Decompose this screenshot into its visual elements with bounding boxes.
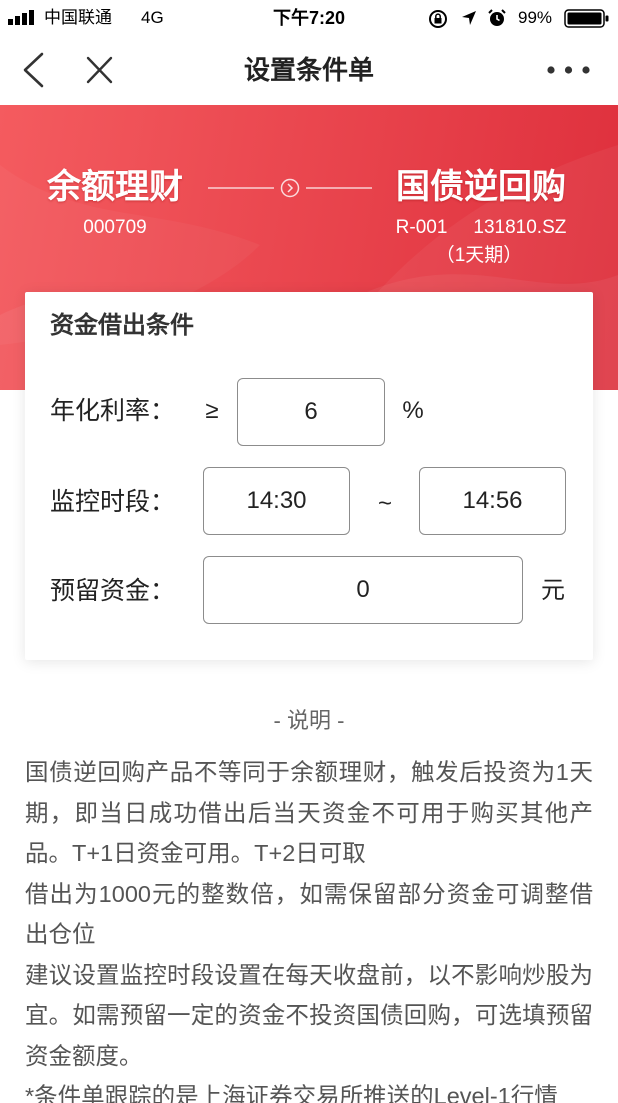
period-start-input[interactable] [203,467,350,535]
period-separator: ~ [377,490,392,517]
reserve-unit: 元 [541,577,565,604]
rate-label: 年化利率： [50,397,176,425]
note-paragraph: *条件单跟踪的是上海证券交易所推送的Level-1行情 [25,1083,558,1103]
battery-icon [564,9,609,28]
status-bar: 中国联通 4G 下午7:20 99% [0,0,618,40]
notes-heading: - 说明 - [273,708,345,733]
rotation-lock-icon [429,10,447,28]
note-paragraph: 借出为1000元的整数倍，如需保留部分资金可调整借出仓位 [25,880,593,948]
target-product-codes: R-001 131810.SZ [381,216,581,240]
rate-input[interactable] [237,378,385,446]
reserve-label: 预留资金： [50,577,176,605]
source-product-name: 余额理财 [47,168,183,206]
more-dots-icon[interactable] [540,58,596,82]
target-product-name: 国债逆回购 [396,168,566,206]
source-product-code: 000709 [83,217,147,238]
condition-card: 资金借出条件 年化利率： ≥ % 监控时段： ~ 预留资金： 元 [25,292,593,660]
rate-operator: ≥ [205,397,219,424]
period-end-input[interactable] [419,467,566,535]
note-paragraph: 国债逆回购产品不等同于余额理财，触发后投资为1天期，即当日成功借出后当天资金不可… [25,759,593,866]
status-time: 下午7:20 [272,8,346,28]
close-icon[interactable] [80,50,118,90]
rate-unit: % [402,397,424,424]
target-product-code: R-001 [395,217,448,238]
chevron-left-icon[interactable] [14,48,54,92]
carrier-name: 中国联通 [44,8,112,27]
arrow-right-circle-icon [208,178,372,198]
location-icon [462,11,476,25]
note-paragraph: 建议设置监控时段设置在每天收盘前，以不影响炒股为宜。如需预留一定的资金不投资国债… [25,961,593,1069]
card-title: 资金借出条件 [50,312,194,339]
period-label: 监控时段： [50,488,176,516]
target-product-term: （1天期） [435,245,523,266]
alarm-icon [488,9,506,26]
battery-percentage: 99% [518,8,553,27]
page-title: 设置条件单 [243,55,374,85]
reserve-input[interactable] [203,556,523,624]
network-type: 4G [141,8,164,27]
target-product-ticker: 131810.SZ [473,217,567,238]
signal-icon [8,10,34,25]
